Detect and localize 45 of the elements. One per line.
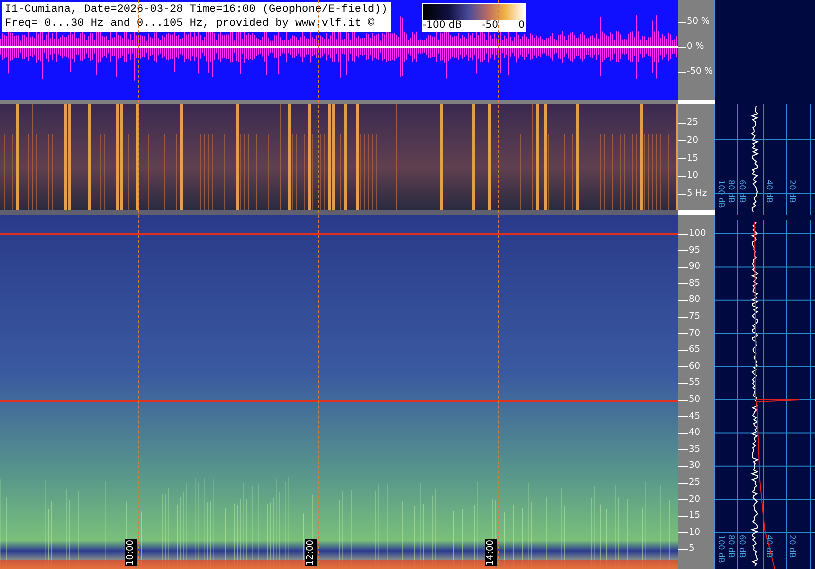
db-label: 20 dB (788, 180, 797, 204)
axis-label: 15 (686, 154, 700, 164)
db-label: 60 dB (738, 180, 747, 204)
axis-label: 80 (688, 295, 702, 306)
db-label: 80 dB (727, 180, 736, 204)
axis-label: 40 (688, 428, 702, 438)
axis-label: 100 (688, 229, 708, 239)
time-label: 14:00 (485, 539, 497, 566)
axis-label: 20 (686, 136, 700, 146)
axis-label: 5 (688, 544, 696, 554)
db-label: 40 dB (765, 180, 774, 204)
axis-label: 10 (686, 171, 700, 182)
scale-label: -50 (482, 20, 499, 32)
axis-label: 60 (688, 362, 702, 372)
axis-label: 25 (686, 118, 700, 128)
scale-label: 0 (518, 20, 525, 32)
axis-label: 65 (688, 345, 702, 356)
axis-label: 45 (688, 412, 702, 422)
axis-label: 90 (688, 262, 702, 272)
axis-label: 0 % (686, 42, 706, 52)
db-label: 100 dB (717, 535, 726, 564)
axis-label: 55 (688, 378, 702, 388)
axis-label: 50 (688, 395, 702, 405)
axis-label: 30 (688, 461, 702, 472)
axis-label: 5 Hz (686, 189, 708, 199)
time-label: 12:00 (305, 539, 317, 566)
axis-label: 25 (688, 478, 702, 488)
scale-label: -100 dB (423, 20, 462, 32)
db-label: 100 dB (717, 180, 726, 208)
axis-label: 10 (688, 528, 702, 538)
axis-label: 20 (688, 494, 702, 505)
axis-label: 70 (688, 328, 702, 339)
axis-label: 85 (688, 278, 702, 289)
time-label: 10:00 (125, 539, 137, 566)
chart-title: I1-Cumiana, Date=2026-03-28 Time=16:00 (Geophone/E-field)) (5, 3, 388, 17)
axis-label: 35 (688, 444, 702, 455)
axis-label: 50 % (686, 17, 711, 27)
axis-label: -50 % (686, 67, 714, 77)
axis-label: 75 (688, 312, 702, 322)
db-label: 80 dB (727, 535, 736, 558)
axis-label: 95 (688, 246, 702, 256)
db-label: 60 dB (738, 535, 747, 558)
db-label: 20 dB (788, 535, 797, 558)
frequency-note: Freq= 0...30 Hz and 0...105 Hz, provided by www.vlf.it © (5, 17, 376, 31)
axis-label: 15 (688, 511, 702, 522)
